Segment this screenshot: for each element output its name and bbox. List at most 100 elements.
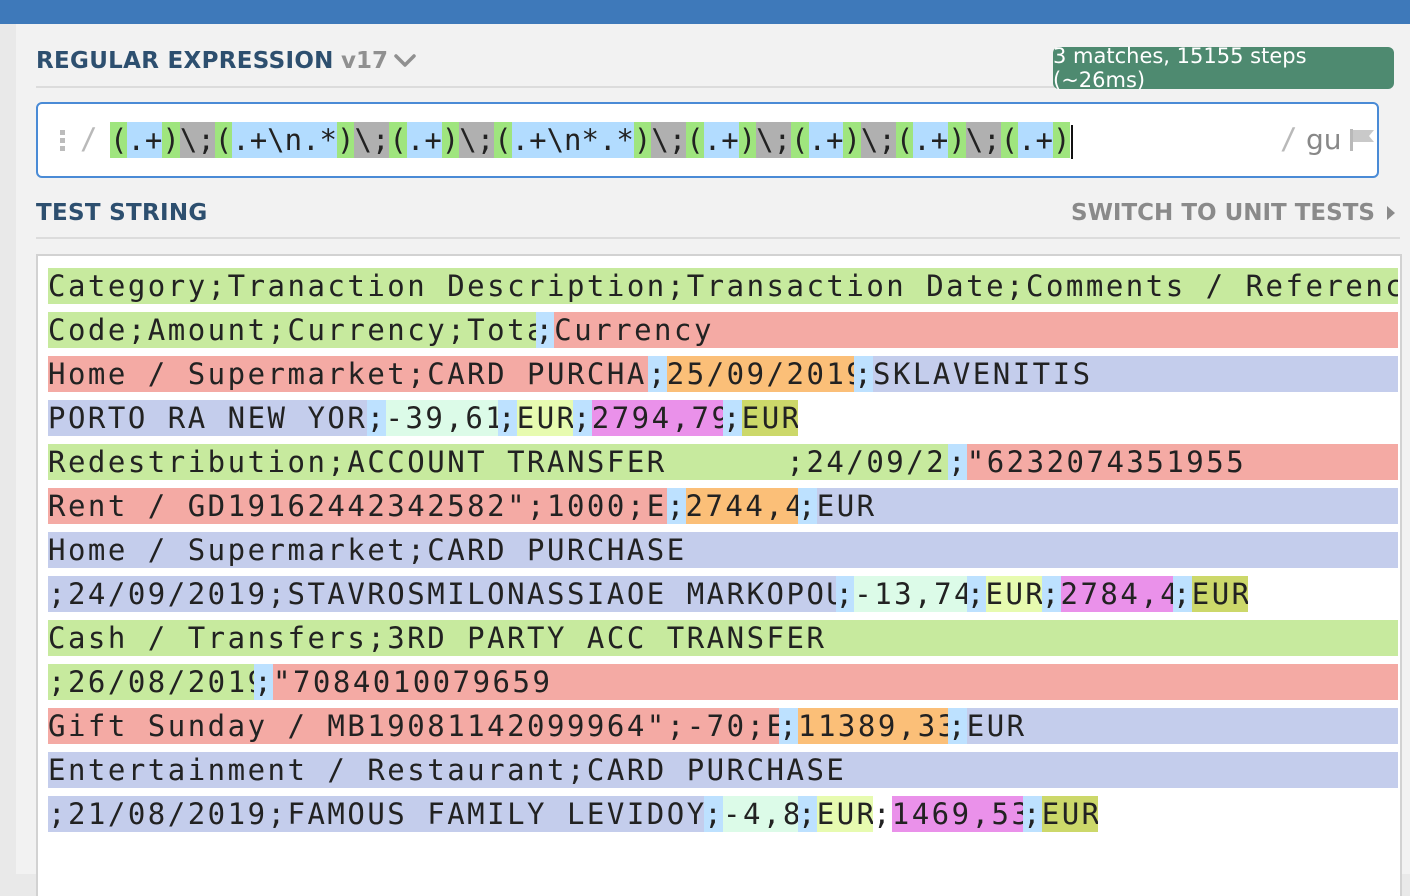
match-segment: ; xyxy=(779,708,798,744)
regex-token: .+ xyxy=(808,122,844,158)
regex-token: \; xyxy=(354,122,390,158)
match-segment: -4,8 xyxy=(723,796,798,832)
match-segment: Cash / Transfers;3RD PARTY ACC TRANSFER xyxy=(48,620,1398,656)
text-cursor xyxy=(1071,125,1074,159)
test-string-line: Gift Sunday / MB19081142099964";-70;EUR;… xyxy=(48,708,1398,752)
regex-token: .+ xyxy=(703,122,739,158)
test-string-line: ;26/08/2019; "7084010079659 xyxy=(48,664,1398,708)
match-segment: ; xyxy=(666,488,686,524)
test-string-line: Home / Supermarket;CARD PURCHASE; 25/09/2… xyxy=(48,356,1398,400)
regex-input[interactable]: / (.+)\;(.+\n.*)\;(.+)\;(.+\n*.*)\;(.+)\… xyxy=(36,102,1379,178)
regex-token: \; xyxy=(860,122,896,158)
match-segment: ; xyxy=(854,356,873,392)
test-string-line: PORTO RA NEW YORK; -39,61; EUR; 2794,79; EUR xyxy=(48,400,1398,444)
regex-token: \; xyxy=(459,122,495,158)
match-segment: Currency xyxy=(554,312,1398,348)
match-segment: ; xyxy=(835,576,855,612)
chevron-right-icon xyxy=(1386,206,1395,220)
match-segment: ;26/08/2019 xyxy=(48,664,255,700)
match-segment: Redestribution;ACCOUNT TRANSFER ;24/09/2… xyxy=(48,444,948,480)
regex-section-label: REGULAR EXPRESSION xyxy=(36,48,334,74)
match-segment: EUR xyxy=(516,400,573,436)
version-selector[interactable]: v17 xyxy=(341,48,416,74)
regex-token: ) xyxy=(948,122,966,158)
match-segment: 1469,53 xyxy=(891,796,1023,832)
section-divider xyxy=(36,86,1056,88)
match-segment: ; xyxy=(366,400,386,436)
match-segment: EUR xyxy=(1191,576,1248,612)
regex-token: .+ xyxy=(913,122,949,158)
match-segment: Rent / GD19162442342582";1000;EUR xyxy=(48,488,667,524)
match-segment: ; xyxy=(966,576,986,612)
match-segment: EUR xyxy=(985,576,1042,612)
regex-token: ( xyxy=(110,122,128,158)
editor-panel: REGULAR EXPRESSION v17 3 matches, 15155 … xyxy=(16,24,1410,896)
test-string-editor[interactable]: Category;Tranaction Description;Transact… xyxy=(36,254,1402,896)
chevron-down-icon xyxy=(394,54,416,67)
match-segment: ; xyxy=(573,400,592,436)
test-string-line: Entertainment / Restaurant;CARD PURCHASE xyxy=(48,752,1398,796)
match-segment: Category;Tranaction Description;Transact… xyxy=(48,268,1398,304)
regex-close-delimiter: / xyxy=(1280,122,1298,156)
match-segment: EUR xyxy=(1041,796,1098,832)
top-nav-bar xyxy=(0,0,1410,24)
test-string-label: TEST STRING xyxy=(36,200,208,226)
regex-token: ) xyxy=(162,122,180,158)
section-divider xyxy=(36,237,1400,239)
match-segment: SKLAVENITIS xyxy=(873,356,1398,392)
switch-label: SWITCH TO UNIT TESTS xyxy=(1071,200,1375,226)
match-segment: Home / Supermarket;CARD PURCHASE xyxy=(48,356,648,392)
match-segment: ; xyxy=(798,796,817,832)
regex-token: ( xyxy=(686,122,704,158)
regex-token: ) xyxy=(337,122,355,158)
match-segment: PORTO RA NEW YORK xyxy=(48,400,367,436)
match-segment: ; xyxy=(254,664,273,700)
match-segment: EUR xyxy=(741,400,798,436)
match-info-badge: 3 matches, 15155 steps (~26ms) xyxy=(1053,44,1394,92)
match-segment: 25/09/2019 xyxy=(666,356,855,392)
regex-pattern[interactable]: (.+)\;(.+\n.*)\;(.+)\;(.+\n*.*)\;(.+)\;(… xyxy=(110,122,1074,159)
match-segment: ; xyxy=(873,797,892,831)
match-segment: ; xyxy=(798,488,817,524)
regex-open-delimiter: / xyxy=(80,122,98,156)
regex-token: \; xyxy=(179,122,215,158)
match-segment: ; xyxy=(948,444,967,480)
match-segment: Entertainment / Restaurant;CARD PURCHASE xyxy=(48,752,1398,788)
regex-token: .+\n.* xyxy=(232,122,338,158)
regex-token: .+ xyxy=(406,122,442,158)
regex-flags[interactable]: gu xyxy=(1306,123,1342,156)
regex-token: .+\n*.* xyxy=(511,122,634,158)
switch-to-unit-tests-link[interactable]: SWITCH TO UNIT TESTS xyxy=(1071,200,1397,226)
match-segment: ; xyxy=(704,796,723,832)
regex-token: .+ xyxy=(1018,122,1053,158)
match-segment: ;24/09/2019;STAVROSMILONASSIAOE MARKOPOU… xyxy=(48,576,836,612)
match-segment: "7084010079659 xyxy=(273,664,1398,700)
match-segment: EUR xyxy=(966,708,1398,744)
test-string-line: Cash / Transfers;3RD PARTY ACC TRANSFER xyxy=(48,620,1398,664)
drag-handle-icon[interactable] xyxy=(60,130,65,154)
test-string-line: ;24/09/2019;STAVROSMILONASSIAOE MARKOPOU… xyxy=(48,576,1398,620)
flag-icon[interactable] xyxy=(1348,128,1376,152)
match-segment: ; xyxy=(1023,796,1042,832)
match-segment: -39,61 xyxy=(385,400,498,436)
regex-token: ( xyxy=(895,122,914,158)
regex-token: ( xyxy=(791,122,809,158)
match-segment: 11389,33 xyxy=(798,708,948,744)
regex-token: .+ xyxy=(127,122,163,158)
regex-token: ) xyxy=(843,122,861,158)
regex-token: ) xyxy=(633,122,652,158)
test-string-line: Home / Supermarket;CARD PURCHASE xyxy=(48,532,1398,576)
test-string-line: ;21/08/2019;FAMOUS FAMILY LEVIDOY 1; -4,8… xyxy=(48,796,1398,840)
match-segment: EUR xyxy=(816,796,873,832)
test-string-line: Code;Amount;Currency;Total; Currency xyxy=(48,312,1398,356)
match-segment: "6232074351955 xyxy=(966,444,1398,480)
regex-token: ( xyxy=(1000,122,1019,158)
match-segment: 2744,4 xyxy=(685,488,798,524)
match-segment: 2784,4 xyxy=(1060,576,1173,612)
regex-token: \; xyxy=(756,122,792,158)
test-string-line: Category;Tranaction Description;Transact… xyxy=(48,268,1398,312)
test-string-lines: Category;Tranaction Description;Transact… xyxy=(48,268,1398,840)
test-string-line: Redestribution;ACCOUNT TRANSFER ;24/09/2… xyxy=(48,444,1398,488)
match-segment: ; xyxy=(1173,576,1192,612)
regex-token: ) xyxy=(441,122,460,158)
